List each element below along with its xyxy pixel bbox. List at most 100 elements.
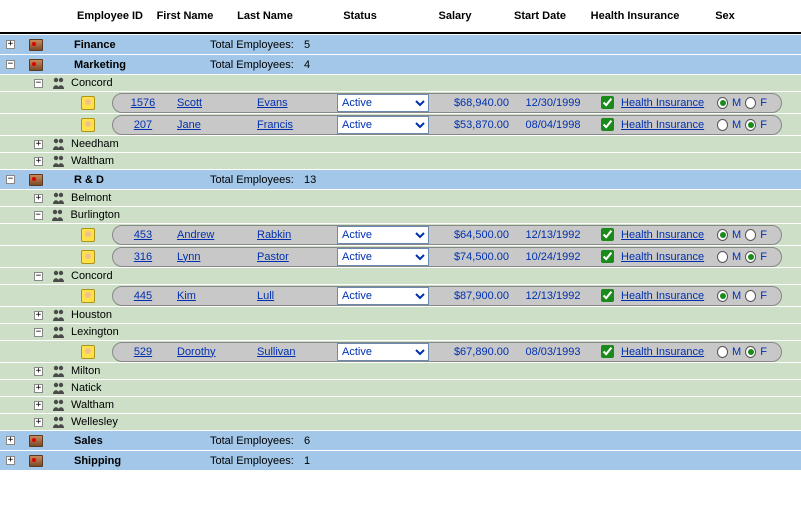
sex-radio-m[interactable] <box>717 251 728 263</box>
city-name[interactable]: Waltham <box>69 155 114 167</box>
last-name[interactable]: Pastor <box>253 251 333 263</box>
city-name[interactable]: Milton <box>69 365 100 377</box>
employee-id[interactable]: 316 <box>113 251 173 263</box>
status-select[interactable]: Active <box>337 287 429 305</box>
sex-radio-m[interactable] <box>717 229 728 241</box>
city-name[interactable]: Burlington <box>68 209 120 221</box>
expander-icon[interactable]: − <box>34 272 43 281</box>
sex-label-m: M <box>730 251 743 263</box>
expander-icon[interactable]: − <box>6 175 15 184</box>
expander-icon[interactable]: + <box>6 436 15 445</box>
expander-icon[interactable]: − <box>34 328 43 337</box>
expander-icon[interactable]: − <box>34 79 43 88</box>
employee-id[interactable]: 207 <box>113 119 173 131</box>
health-label: Health Insurance <box>621 119 704 131</box>
col-header-status[interactable]: Status <box>310 10 410 22</box>
last-name[interactable]: Sullivan <box>253 346 333 358</box>
first-name[interactable]: Kim <box>173 290 253 302</box>
col-header-last-name[interactable]: Last Name <box>220 10 310 22</box>
status-select[interactable]: Active <box>337 94 429 112</box>
first-name[interactable]: Scott <box>173 97 253 109</box>
health-checkbox[interactable] <box>601 228 614 241</box>
employee-id[interactable]: 1576 <box>113 97 173 109</box>
expander-icon[interactable]: + <box>34 384 43 393</box>
expander-icon[interactable]: + <box>34 401 43 410</box>
department-name[interactable]: Shipping <box>70 455 210 467</box>
sex-radio-f[interactable] <box>745 97 756 109</box>
expander-icon[interactable]: − <box>6 60 15 69</box>
people-icon <box>52 416 66 428</box>
expander-icon[interactable]: + <box>34 140 43 149</box>
first-name[interactable]: Andrew <box>173 229 253 241</box>
employee-row: 316LynnPastorActive$74,500.0010/24/1992H… <box>0 245 801 267</box>
col-header-start-date[interactable]: Start Date <box>500 10 580 22</box>
sex-radio-m[interactable] <box>717 290 728 302</box>
col-header-employee-id[interactable]: Employee ID <box>70 10 150 22</box>
city-name[interactable]: Natick <box>69 382 102 394</box>
first-name[interactable]: Jane <box>173 119 253 131</box>
health-checkbox[interactable] <box>601 250 614 263</box>
city-name[interactable]: Houston <box>69 309 112 321</box>
city-name[interactable]: Lexington <box>69 326 119 338</box>
sex-radio-f[interactable] <box>745 229 756 241</box>
sex-radio-f[interactable] <box>745 119 756 131</box>
department-name[interactable]: Marketing <box>70 59 210 71</box>
expander-icon[interactable]: − <box>34 211 43 220</box>
expander-icon[interactable]: + <box>34 194 43 203</box>
salary: $67,890.00 <box>433 346 513 358</box>
employee-id[interactable]: 529 <box>113 346 173 358</box>
city-name[interactable]: Wellesley <box>69 416 118 428</box>
health-checkbox[interactable] <box>601 345 614 358</box>
employee-icon <box>81 96 95 110</box>
first-name[interactable]: Lynn <box>173 251 253 263</box>
department-name[interactable]: Finance <box>70 39 210 51</box>
status-select[interactable]: Active <box>337 248 429 266</box>
sex-radio-m[interactable] <box>717 346 728 358</box>
department-icon <box>29 59 43 71</box>
city-name[interactable]: Needham <box>69 138 119 150</box>
status-select[interactable]: Active <box>337 226 429 244</box>
col-header-sex[interactable]: Sex <box>690 10 760 22</box>
city-row: + Houston <box>0 306 801 323</box>
expander-icon[interactable]: + <box>6 456 15 465</box>
department-name[interactable]: Sales <box>70 435 210 447</box>
employee-icon <box>81 228 95 242</box>
expander-icon[interactable]: + <box>34 418 43 427</box>
col-header-first-name[interactable]: First Name <box>150 10 220 22</box>
last-name[interactable]: Lull <box>253 290 333 302</box>
department-icon <box>29 39 43 51</box>
city-name[interactable]: Waltham <box>69 399 114 411</box>
expander-icon[interactable]: + <box>34 367 43 376</box>
employee-icon <box>81 345 95 359</box>
city-name[interactable]: Belmont <box>69 192 111 204</box>
employee-id[interactable]: 445 <box>113 290 173 302</box>
start-date: 08/04/1998 <box>513 119 593 131</box>
col-header-salary[interactable]: Salary <box>410 10 500 22</box>
last-name[interactable]: Francis <box>253 119 333 131</box>
city-row: + Natick <box>0 379 801 396</box>
first-name[interactable]: Dorothy <box>173 346 253 358</box>
health-checkbox[interactable] <box>601 118 614 131</box>
health-cell: Health Insurance <box>593 93 713 112</box>
sex-radio-f[interactable] <box>745 251 756 263</box>
last-name[interactable]: Evans <box>253 97 333 109</box>
expander-icon[interactable]: + <box>6 40 15 49</box>
expander-icon[interactable]: + <box>34 311 43 320</box>
city-name[interactable]: Concord <box>69 77 113 89</box>
sex-radio-m[interactable] <box>717 97 728 109</box>
health-checkbox[interactable] <box>601 96 614 109</box>
sex-radio-f[interactable] <box>745 290 756 302</box>
sex-radio-f[interactable] <box>745 346 756 358</box>
department-name[interactable]: R & D <box>70 174 210 186</box>
health-checkbox[interactable] <box>601 289 614 302</box>
city-name[interactable]: Concord <box>69 270 113 282</box>
employee-id[interactable]: 453 <box>113 229 173 241</box>
people-icon <box>52 270 66 282</box>
col-header-health[interactable]: Health Insurance <box>580 10 690 22</box>
last-name[interactable]: Rabkin <box>253 229 333 241</box>
expander-icon[interactable]: + <box>34 157 43 166</box>
department-row: +ShippingTotal Employees:1 <box>0 450 801 470</box>
status-select[interactable]: Active <box>337 116 429 134</box>
status-select[interactable]: Active <box>337 343 429 361</box>
sex-radio-m[interactable] <box>717 119 728 131</box>
